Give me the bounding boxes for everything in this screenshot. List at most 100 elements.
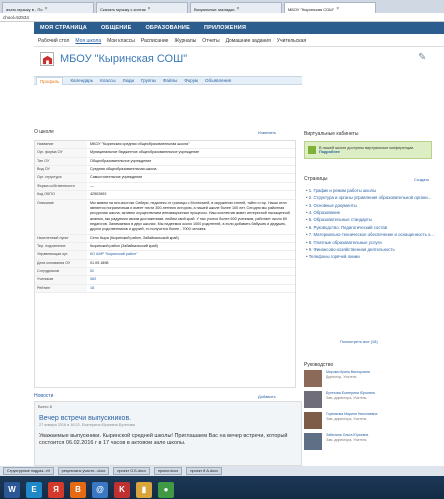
leader-item[interactable]: Горемкова Марина Николаевна Зам. директор…	[304, 412, 438, 429]
subnav-desktop[interactable]: Рабочий стол	[38, 38, 69, 44]
browser-tab[interactable]: Визуальные закладки ×	[190, 2, 282, 13]
page-link[interactable]: 6. Руководство. Педагогический состав	[306, 225, 438, 230]
news-add-link[interactable]: Добавить	[258, 394, 276, 399]
browser-tab-strip: ачать музыку в - По × Скачать музыку с ко…	[0, 0, 444, 13]
topnav-communication[interactable]: ОБЩЕНИЕ	[101, 25, 132, 31]
tab-announcements[interactable]: Объявления	[205, 78, 231, 83]
browser-icon[interactable]: B	[70, 481, 86, 498]
pages-create-link[interactable]: Создать	[414, 177, 429, 182]
explorer-icon[interactable]: E	[26, 481, 42, 498]
tab-calendar[interactable]: Календарь	[70, 78, 93, 83]
row-value-link[interactable]: 560	[87, 276, 99, 283]
subnav-my-classes[interactable]: Мои классы	[107, 38, 135, 44]
browser-tab-active[interactable]: МБОУ "Кыринская СОШ" ×	[284, 2, 376, 13]
address-bar[interactable]: chool=52534	[0, 13, 444, 22]
news-count: Всего 8	[38, 404, 52, 409]
leader-name[interactable]: Забелина Ольга Юрьевна	[326, 433, 368, 437]
row-value: Средняя общеобразовательная школа	[90, 167, 157, 172]
tab-groups[interactable]: Группы	[141, 78, 156, 83]
conference-icon	[308, 146, 316, 154]
tab-forum[interactable]: Форум	[184, 78, 198, 83]
page-link[interactable]: 3. Основные документы	[306, 203, 438, 208]
subnav-reports[interactable]: Отчеты	[202, 38, 219, 44]
tab-profile[interactable]: Профиль	[36, 76, 64, 85]
word-icon[interactable]: W	[4, 481, 20, 498]
about-edit-link[interactable]: Изменить	[258, 130, 276, 135]
row-value-link[interactable]: КО АМР "Кыринский район"	[87, 251, 140, 258]
leader-name[interactable]: Бутехова Екатерина Юрьевна	[326, 391, 375, 395]
news-headline[interactable]: Вечер встречи выпускников.	[35, 411, 301, 422]
row-key: Вид ОУ	[35, 166, 87, 174]
topnav-my-page[interactable]: МОЯ СТРАНИЦА	[40, 25, 87, 31]
subnav-schedule[interactable]: Расписание	[141, 38, 169, 44]
subnav-teachers-room[interactable]: Учительская	[277, 38, 306, 44]
row-key: Тип ОУ	[35, 157, 87, 166]
row-key: Управляющая орг.	[35, 251, 87, 259]
close-icon[interactable]: ×	[45, 6, 48, 12]
browser-tab-label: Скачать музыку с контак	[100, 6, 146, 12]
row-value: Мы живем на юго-востоке Сибири, недалеко…	[90, 200, 290, 232]
subnav-homework[interactable]: Домашние задания	[226, 38, 271, 44]
taskbar-window[interactable]: проект О.Б.docx	[113, 467, 150, 475]
row-key: Дата основания ОУ	[35, 259, 87, 268]
tab-files[interactable]: Файлы	[163, 78, 177, 83]
leader-role: Зам. директора, Учитель	[326, 395, 367, 400]
row-value: МБОУ "Кыринская средняя общеобразователь…	[90, 142, 190, 146]
browser-tab[interactable]: ачать музыку в - По ×	[2, 2, 94, 13]
pages-list: 1. График и режим работы школы 2. Структ…	[306, 188, 438, 262]
leader-name[interactable]: Мирова Ирина Викторовна	[326, 370, 370, 374]
close-icon[interactable]: ×	[236, 6, 239, 12]
page-link[interactable]: 8. Платные образовательные услуги	[306, 240, 438, 245]
row-value-link[interactable]: 18	[87, 285, 97, 292]
virtual-more-link[interactable]: Подробнее	[319, 150, 340, 154]
row-value-link[interactable]: 52	[87, 268, 97, 275]
leader-role: Зам. директора, Учитель	[326, 437, 367, 442]
leader-role: Зам. директора, Учитель	[326, 416, 367, 421]
chrome-icon[interactable]: ●	[158, 481, 174, 498]
pages-view-all-link[interactable]: Посмотреть все (18)	[340, 339, 378, 344]
taskbar-window[interactable]: Структурные подраз...rtf	[3, 467, 54, 475]
folder-icon[interactable]: ▮	[136, 481, 152, 498]
table-row: Описание Мы живем на юго-востоке Сибири, …	[35, 199, 295, 235]
subnav-my-school[interactable]: Моя школа	[75, 38, 101, 44]
row-key: Населенный пункт	[35, 234, 87, 243]
news-title[interactable]: Новости	[34, 393, 53, 399]
page-link[interactable]: 9. Финансово-хозяйственная деятельность	[306, 247, 438, 252]
table-row: Управляющая орг. КО АМР "Кыринский район"	[35, 251, 295, 260]
row-value: 42502693	[90, 192, 107, 197]
table-row: Рейтинг 18	[35, 284, 295, 294]
row-key: Рейтинг	[35, 284, 87, 293]
tab-people[interactable]: Люди	[123, 78, 134, 83]
browser-tab-label: ачать музыку в - По	[6, 6, 43, 12]
taskbar-window[interactable]: проект 8 А.docx	[186, 467, 223, 475]
leader-item[interactable]: Бутехова Екатерина Юрьевна Зам. директора…	[304, 391, 438, 408]
tab-classes[interactable]: Классы	[100, 78, 115, 83]
settings-wrench-icon[interactable]: ✎	[418, 52, 426, 63]
leader-item[interactable]: Мирова Ирина Викторовна Директор, Учитель	[304, 370, 438, 387]
browser-tab-label: Визуальные закладки	[194, 6, 235, 12]
row-value: Общеобразовательное учреждение	[90, 158, 152, 163]
page-link[interactable]: 2. Структура и органы управления образов…	[306, 195, 438, 200]
topnav-apps[interactable]: ПРИЛОЖЕНИЯ	[204, 25, 246, 31]
taskbar-window[interactable]: результаты участн...docx	[57, 467, 110, 475]
close-icon[interactable]: ×	[148, 6, 151, 12]
table-row: Тер. подчинение Кыринский район (Забайкал…	[35, 243, 295, 252]
leader-item[interactable]: Забелина Ольга Юрьевна Зам. директора, Уч…	[304, 433, 438, 450]
mail-icon[interactable]: @	[92, 481, 108, 498]
page-link[interactable]: 1. График и режим работы школы	[306, 188, 438, 193]
row-value: 01.09.1898	[90, 260, 109, 265]
yandex-icon[interactable]: Я	[48, 481, 64, 498]
page-link[interactable]: 5. Образовательные стандарты	[306, 217, 438, 222]
browser-tab[interactable]: Скачать музыку с контак ×	[96, 2, 188, 13]
row-value: Кыринский район (Забайкальский край)	[90, 244, 158, 249]
subnav-journals[interactable]: Журналы	[174, 38, 196, 44]
antivirus-icon[interactable]: K	[114, 481, 130, 498]
taskbar-window[interactable]: проект.docx	[153, 467, 183, 475]
about-table: Название МБОУ "Кыринская средняя общеобра…	[34, 140, 296, 388]
leader-name[interactable]: Горемкова Марина Николаевна	[326, 412, 377, 416]
topnav-education[interactable]: ОБРАЗОВАНИЕ	[145, 25, 190, 31]
page-link[interactable]: Телефоны горячей линии	[306, 254, 438, 259]
page-link[interactable]: 7. Материально-техническое обеспечение и…	[306, 232, 438, 237]
page-link[interactable]: 4. Образование	[306, 210, 438, 215]
close-icon[interactable]: ×	[336, 6, 339, 12]
